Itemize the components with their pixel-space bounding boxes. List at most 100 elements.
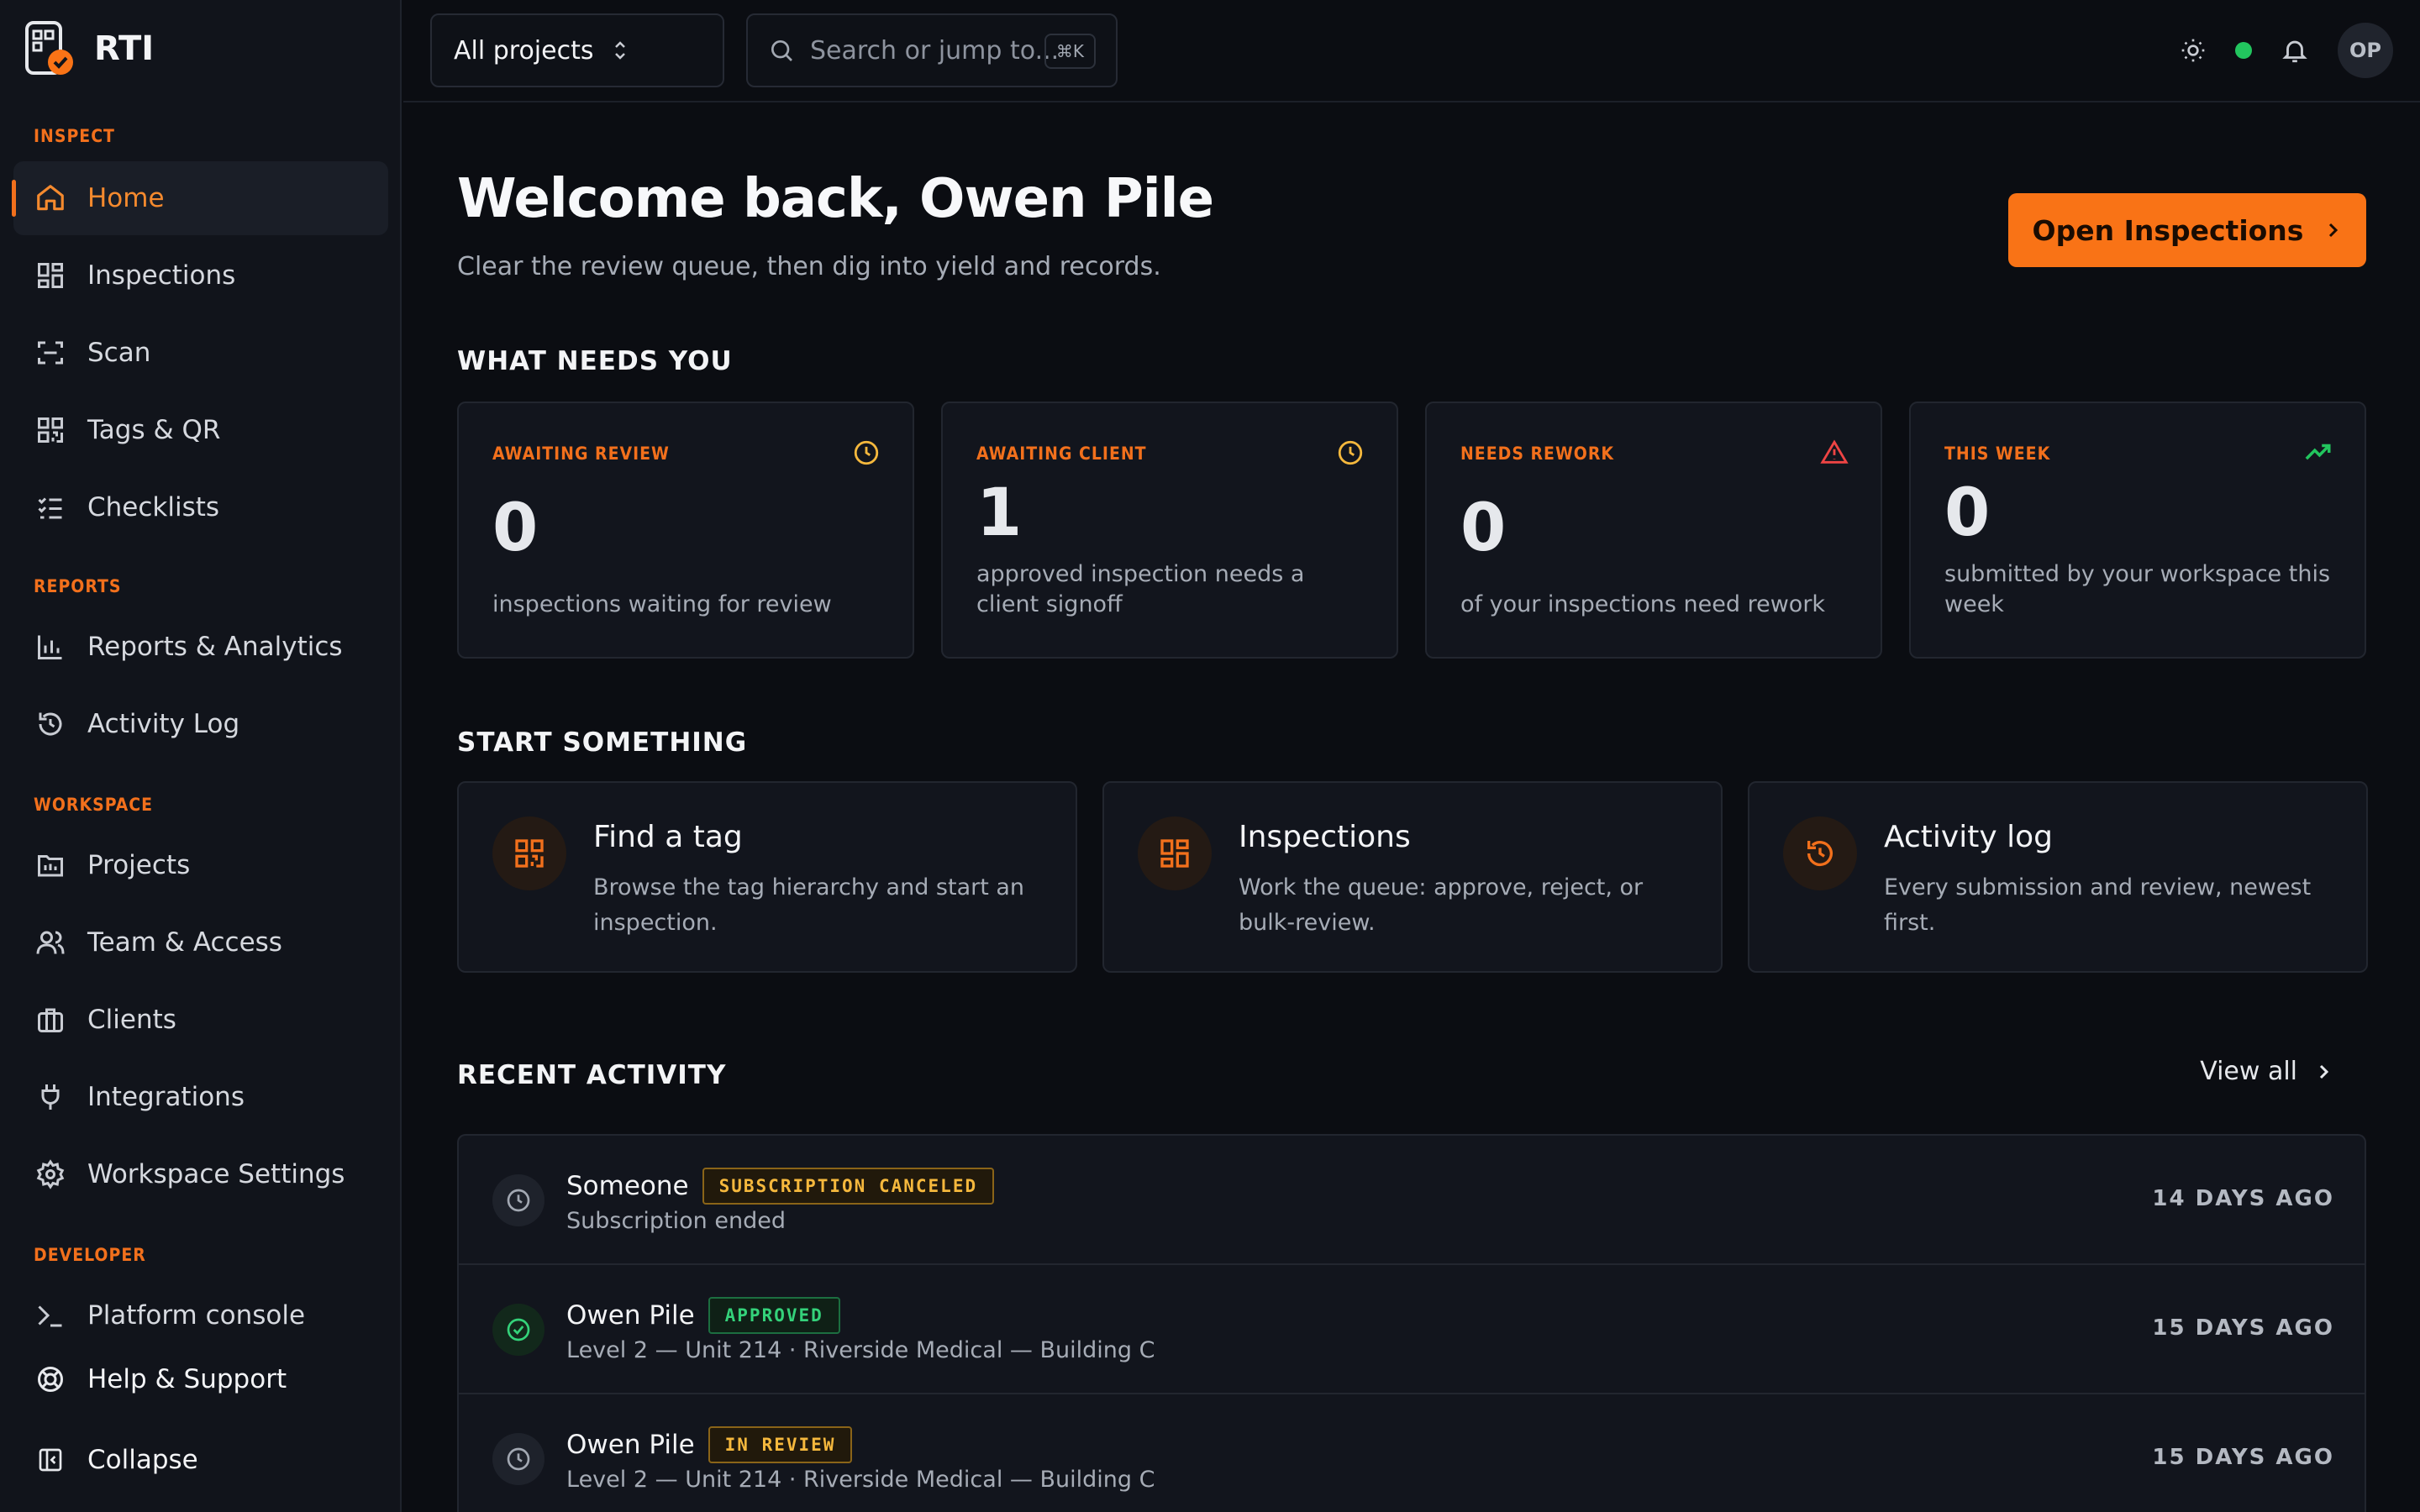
- home-icon: [34, 181, 67, 215]
- section-label-workspace: WORKSPACE: [34, 795, 154, 815]
- page-title: Welcome back, Owen Pile: [457, 168, 1214, 230]
- status-badge: IN REVIEW: [708, 1426, 853, 1463]
- grid-icon: [34, 259, 67, 292]
- activity-row[interactable]: Owen Pile IN REVIEW Level 2 — Unit 214 ·…: [459, 1394, 2365, 1512]
- bar-chart-icon: [34, 630, 67, 664]
- topbar: All projects Search or jump to... ⌘K OP: [403, 0, 2420, 102]
- stat-label: AWAITING REVIEW: [492, 444, 670, 464]
- search-input[interactable]: Search or jump to... ⌘K: [746, 13, 1118, 87]
- users-icon: [34, 926, 67, 959]
- view-all-label: View all: [2200, 1057, 2297, 1086]
- sidebar-item-activity-log[interactable]: Activity Log: [13, 687, 388, 761]
- sidebar-item-inspections[interactable]: Inspections: [13, 239, 388, 312]
- lifebuoy-icon: [34, 1362, 67, 1396]
- plug-icon: [34, 1080, 67, 1114]
- checklist-icon: [34, 491, 67, 524]
- sidebar-item-clients[interactable]: Clients: [13, 983, 388, 1057]
- stat-label: AWAITING CLIENT: [976, 444, 1147, 464]
- activity-detail: Level 2 — Unit 214 · Riverside Medical —…: [566, 1467, 1155, 1493]
- terminal-icon: [34, 1299, 67, 1332]
- sidebar-item-help[interactable]: Help & Support: [13, 1342, 388, 1416]
- action-card-find-tag[interactable]: Find a tag Browse the tag hierarchy and …: [457, 781, 1077, 973]
- stat-desc: of your inspections need rework: [1460, 591, 1826, 617]
- sidebar-collapse-button[interactable]: Collapse: [13, 1423, 388, 1497]
- activity-time: 15 DAYS AGO: [2152, 1445, 2334, 1470]
- topbar-actions: OP: [2180, 20, 2393, 81]
- activity-detail: Level 2 — Unit 214 · Riverside Medical —…: [566, 1337, 1155, 1363]
- clock-icon: [852, 438, 881, 467]
- sidebar-item-label: Inspections: [87, 260, 236, 291]
- trending-up-icon: [2304, 438, 2333, 467]
- sidebar-item-workspace-settings[interactable]: Workspace Settings: [13, 1137, 388, 1211]
- sidebar-item-label: Home: [87, 183, 165, 213]
- section-heading-start: START SOMETHING: [457, 727, 748, 758]
- sidebar-item-label: Activity Log: [87, 709, 240, 739]
- clock-icon: [1336, 438, 1365, 467]
- stat-value: 0: [1460, 491, 1507, 566]
- activity-header: Owen Pile IN REVIEW: [566, 1426, 853, 1463]
- activity-actor: Owen Pile: [566, 1430, 695, 1460]
- search-shortcut: ⌘K: [1044, 34, 1096, 69]
- collapse-icon: [34, 1443, 67, 1477]
- page-subtitle: Clear the review queue, then dig into yi…: [457, 252, 1161, 281]
- clock-icon: [492, 1174, 544, 1226]
- view-all-link[interactable]: View all: [2200, 1057, 2333, 1086]
- action-desc: Browse the tag hierarchy and start an in…: [593, 874, 1025, 936]
- stat-card-awaiting-review[interactable]: AWAITING REVIEW 0 inspections waiting fo…: [457, 402, 914, 659]
- sidebar-item-tags-qr[interactable]: Tags & QR: [13, 393, 388, 467]
- status-badge: APPROVED: [708, 1297, 840, 1334]
- stat-value: 1: [976, 475, 1023, 551]
- section-heading-recent: RECENT ACTIVITY: [457, 1060, 727, 1090]
- stat-card-needs-rework[interactable]: NEEDS REWORK 0 of your inspections need …: [1425, 402, 1882, 659]
- section-heading-needs: WHAT NEEDS YOU: [457, 346, 733, 376]
- activity-row[interactable]: Someone SUBSCRIPTION CANCELED Subscripti…: [459, 1136, 2365, 1265]
- action-desc: Work the queue: approve, reject, or bulk…: [1239, 874, 1644, 936]
- activity-actor: Someone: [566, 1171, 689, 1201]
- chevron-up-down-icon: [610, 39, 630, 62]
- project-select[interactable]: All projects: [430, 13, 724, 87]
- sidebar-item-scan[interactable]: Scan: [13, 316, 388, 390]
- brand[interactable]: RTI: [24, 20, 154, 77]
- sidebar-item-platform-console[interactable]: Platform console: [13, 1278, 388, 1352]
- bell-icon[interactable]: [2281, 36, 2309, 65]
- activity-list: Someone SUBSCRIPTION CANCELED Subscripti…: [457, 1134, 2366, 1512]
- sidebar-item-projects[interactable]: Projects: [13, 828, 388, 902]
- status-badge: SUBSCRIPTION CANCELED: [702, 1168, 995, 1205]
- rti-logo-icon: [24, 20, 74, 77]
- stat-desc: approved inspection needs a client signo…: [976, 561, 1305, 617]
- search-placeholder: Search or jump to...: [810, 35, 1060, 66]
- grid-icon: [1138, 816, 1212, 890]
- brand-name: RTI: [94, 29, 155, 68]
- action-card-activity-log[interactable]: Activity log Every submission and review…: [1748, 781, 2368, 973]
- stat-desc: submitted by your workspace this week: [1944, 561, 2331, 617]
- stat-value: 0: [492, 491, 539, 566]
- history-icon: [34, 707, 67, 741]
- stat-card-this-week[interactable]: THIS WEEK 0 submitted by your workspace …: [1909, 402, 2366, 659]
- sidebar-item-team[interactable]: Team & Access: [13, 906, 388, 979]
- help-label: Help & Support: [87, 1364, 287, 1394]
- sidebar-item-integrations[interactable]: Integrations: [13, 1060, 388, 1134]
- stat-label: THIS WEEK: [1944, 444, 2051, 464]
- stat-card-awaiting-client[interactable]: AWAITING CLIENT 1 approved inspection ne…: [941, 402, 1398, 659]
- activity-row[interactable]: Owen Pile APPROVED Level 2 — Unit 214 · …: [459, 1265, 2365, 1394]
- avatar[interactable]: OP: [2338, 23, 2393, 78]
- sidebar-item-checklists[interactable]: Checklists: [13, 470, 388, 544]
- theme-toggle-sun-icon[interactable]: [2180, 37, 2207, 64]
- sidebar-item-reports[interactable]: Reports & Analytics: [13, 610, 388, 684]
- action-desc: Every submission and review, newest firs…: [1884, 874, 2312, 936]
- search-icon: [768, 37, 795, 64]
- section-label-developer: DEVELOPER: [34, 1245, 146, 1265]
- sidebar-item-label: Reports & Analytics: [87, 632, 343, 662]
- section-label-inspect: INSPECT: [34, 126, 115, 146]
- action-card-inspections[interactable]: Inspections Work the queue: approve, rej…: [1102, 781, 1723, 973]
- sidebar-item-home[interactable]: Home: [12, 161, 388, 235]
- open-inspections-button[interactable]: Open Inspections: [2008, 193, 2366, 267]
- collapse-label: Collapse: [87, 1445, 198, 1475]
- sidebar-item-label: Projects: [87, 850, 191, 880]
- qr-icon: [34, 413, 67, 447]
- sidebar-item-label: Platform console: [87, 1300, 306, 1331]
- sidebar-item-label: Scan: [87, 338, 151, 368]
- action-title: Find a tag: [593, 820, 743, 854]
- scan-icon: [34, 336, 67, 370]
- history-icon: [1783, 816, 1857, 890]
